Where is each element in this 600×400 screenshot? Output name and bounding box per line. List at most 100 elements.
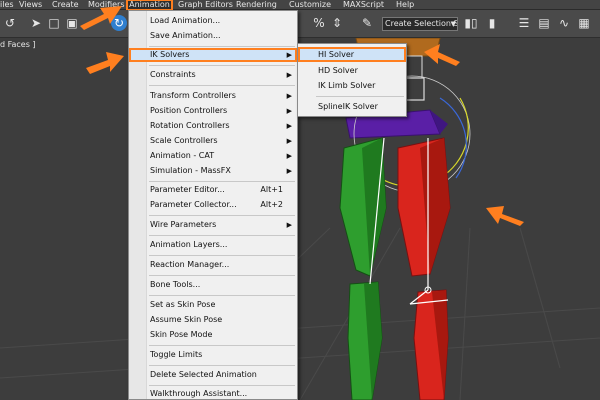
menu-item-label: Parameter Collector... (150, 200, 237, 209)
menu-item-label: Walkthrough Assistant... (150, 389, 248, 398)
submenu-arrow-icon: ▶ (286, 122, 292, 130)
percent-snap-icon[interactable]: % (311, 15, 327, 31)
menu-rendering[interactable]: Rendering (236, 0, 277, 10)
menu-item-walkthrough-assistant[interactable]: Walkthrough Assistant... (129, 387, 297, 400)
menu-item-animation-layers[interactable]: Animation Layers... (129, 238, 297, 252)
submenu-item-label: IK Limb Solver (318, 81, 376, 90)
menu-separator (149, 365, 295, 366)
menu-files[interactable]: iles (0, 0, 14, 10)
menu-customize[interactable]: Customize (289, 0, 331, 10)
menu-item-label: Rotation Controllers (150, 121, 230, 130)
submenu-arrow-icon: ▶ (286, 92, 292, 100)
region-select-icon[interactable]: □ (46, 15, 62, 31)
menu-item-label: Reaction Manager... (150, 260, 230, 269)
menu-item-position-controllers[interactable]: Position Controllers ▶ (129, 104, 297, 118)
submenu-arrow-icon: ▶ (286, 137, 292, 145)
menu-item-label: Load Animation... (150, 16, 221, 25)
submenu-arrow-icon: ▶ (286, 221, 292, 229)
menu-separator (149, 345, 295, 346)
curve-editor-icon[interactable]: ∿ (556, 15, 572, 31)
layer-manager-icon[interactable]: ☰ (516, 15, 532, 31)
menu-item-label: Transform Controllers (150, 91, 236, 100)
animation-menu: Load Animation... Save Animation... IK S… (128, 10, 298, 400)
menu-item-ik-solvers[interactable]: IK Solvers ▶ (129, 48, 297, 62)
align-icon[interactable]: ▮ (484, 15, 500, 31)
submenu-item-hd-solver[interactable]: HD Solver (298, 63, 406, 78)
menu-item-shortcut: Alt+1 (260, 185, 283, 194)
menu-item-skin-pose-mode[interactable]: Skin Pose Mode (129, 328, 297, 342)
menu-item-delete-selected-animation[interactable]: Delete Selected Animation (129, 368, 297, 382)
menu-separator (316, 96, 404, 97)
menu-help[interactable]: Help (396, 0, 414, 10)
graphite-ribbon-icon[interactable]: ▤ (536, 15, 552, 31)
menu-separator (149, 215, 295, 216)
annotation-arrow-icon (86, 52, 124, 74)
menu-item-reaction-manager[interactable]: Reaction Manager... (129, 258, 297, 272)
submenu-arrow-icon: ▶ (286, 107, 292, 115)
submenu-item-label: SplineIK Solver (318, 102, 378, 111)
menu-item-set-as-skin-pose[interactable]: Set as Skin Pose (129, 298, 297, 312)
submenu-item-label: HD Solver (318, 66, 358, 75)
menu-item-constraints[interactable]: Constraints ▶ (129, 68, 297, 82)
menu-item-load-animation[interactable]: Load Animation... (129, 14, 297, 28)
selection-set-dropdown[interactable]: Create Selection Se ▼ (382, 17, 458, 31)
menu-item-label: IK Solvers (150, 50, 190, 59)
chevron-down-icon: ▼ (450, 20, 456, 28)
submenu-item-hi-solver[interactable]: HI Solver (298, 47, 406, 62)
selection-set-value: Create Selection Se (385, 19, 458, 28)
menu-separator (149, 255, 295, 256)
submenu-arrow-icon: ▶ (286, 71, 292, 79)
edit-named-selection-icon[interactable]: ✎ (359, 15, 375, 31)
menu-item-label: Wire Parameters (150, 220, 217, 229)
menu-graph-editors[interactable]: Graph Editors (178, 0, 233, 10)
select-icon[interactable]: ➤ (28, 15, 44, 31)
submenu-arrow-icon: ▶ (286, 51, 292, 59)
menu-item-transform-controllers[interactable]: Transform Controllers ▶ (129, 89, 297, 103)
menu-item-label: Toggle Limits (150, 350, 203, 359)
menu-separator (149, 295, 295, 296)
submenu-item-ik-limb-solver[interactable]: IK Limb Solver (298, 78, 406, 93)
undo-icon[interactable]: ↺ (2, 15, 18, 31)
menu-item-wire-parameters[interactable]: Wire Parameters ▶ (129, 218, 297, 232)
menu-separator (149, 235, 295, 236)
submenu-arrow-icon: ▶ (286, 152, 292, 160)
annotation-arrow-icon (486, 206, 524, 226)
menu-item-simulation-massfx[interactable]: Simulation - MassFX ▶ (129, 164, 297, 178)
annotation-arrow-icon (80, 6, 122, 30)
menu-animation[interactable]: Animation (126, 0, 173, 11)
menu-item-parameter-collector[interactable]: Parameter Collector... Alt+2 (129, 198, 297, 212)
menu-item-assume-skin-pose[interactable]: Assume Skin Pose (129, 313, 297, 327)
menu-item-scale-controllers[interactable]: Scale Controllers ▶ (129, 134, 297, 148)
menu-item-label: Constraints (150, 70, 196, 79)
menu-item-label: Bone Tools... (150, 280, 201, 289)
menu-maxscript[interactable]: MAXScript (343, 0, 384, 10)
menu-item-label: Simulation - MassFX (150, 166, 231, 175)
menu-item-toggle-limits[interactable]: Toggle Limits (129, 348, 297, 362)
submenu-arrow-icon: ▶ (286, 167, 292, 175)
mirror-icon[interactable]: ▮▯ (463, 15, 479, 31)
menu-item-label: Animation - CAT (150, 151, 215, 160)
ground-grid (0, 227, 600, 400)
menu-item-parameter-editor[interactable]: Parameter Editor... Alt+1 (129, 183, 297, 197)
submenu-item-splineik-solver[interactable]: SplineIK Solver (298, 99, 406, 114)
menu-item-label: Position Controllers (150, 106, 228, 115)
menu-views[interactable]: Views (19, 0, 42, 10)
menu-item-label: Parameter Editor... (150, 185, 225, 194)
menu-item-label: Assume Skin Pose (150, 315, 223, 324)
menu-separator (149, 46, 295, 47)
menu-item-label: Save Animation... (150, 31, 221, 40)
submenu-item-label: HI Solver (318, 50, 355, 59)
menu-item-label: Delete Selected Animation (150, 370, 257, 379)
menu-item-bone-tools[interactable]: Bone Tools... (129, 278, 297, 292)
menu-item-animation-cat[interactable]: Animation - CAT ▶ (129, 149, 297, 163)
menu-separator (149, 85, 295, 86)
spinner-snap-icon[interactable]: ⇕ (329, 15, 345, 31)
schematic-view-icon[interactable]: ▦ (576, 15, 592, 31)
menu-item-rotation-controllers[interactable]: Rotation Controllers ▶ (129, 119, 297, 133)
menu-item-save-animation[interactable]: Save Animation... (129, 29, 297, 43)
menu-separator (149, 385, 295, 386)
menu-item-label: Animation Layers... (150, 240, 228, 249)
annotation-arrow-icon (424, 44, 460, 66)
menu-create[interactable]: Create (52, 0, 79, 10)
ik-solvers-submenu: HI Solver HD Solver IK Limb Solver Splin… (297, 43, 407, 117)
